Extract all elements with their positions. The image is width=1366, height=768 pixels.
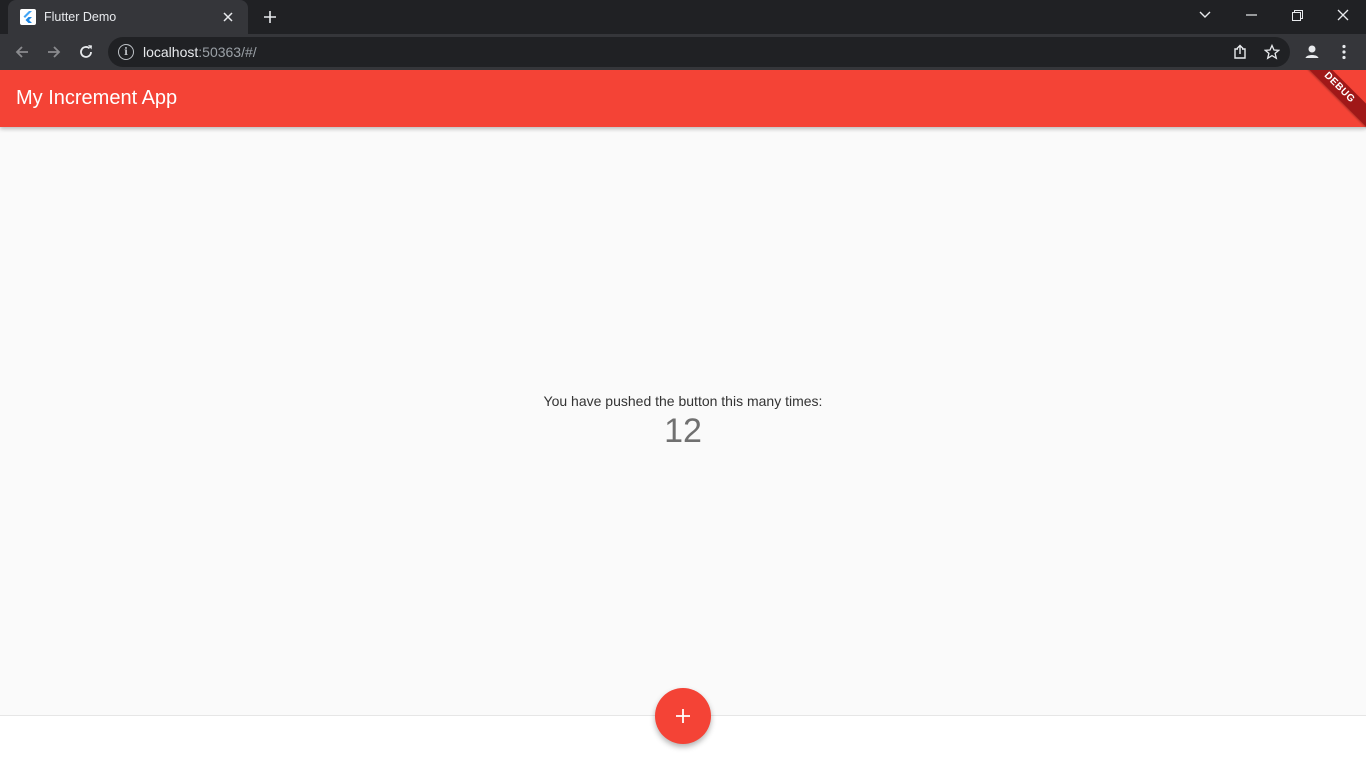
app-bar: My Increment App (0, 70, 1366, 127)
chevron-down-icon (1199, 11, 1211, 18)
flutter-app: My Increment App DEBUG You have pushed t… (0, 70, 1366, 768)
flutter-icon (20, 9, 36, 25)
minimize-icon (1245, 14, 1257, 16)
reload-button[interactable] (70, 36, 102, 68)
star-icon (1264, 44, 1280, 60)
info-icon[interactable]: i (118, 44, 134, 60)
restore-icon (1291, 9, 1303, 21)
tab-close-icon[interactable] (218, 7, 238, 27)
app-title: My Increment App (16, 87, 178, 109)
more-vert-icon (1342, 44, 1346, 60)
minimize-button[interactable] (1228, 0, 1274, 30)
address-bar[interactable]: i localhost:50363/#/ (108, 37, 1290, 67)
close-window-button[interactable] (1320, 0, 1366, 30)
increment-button[interactable] (655, 688, 711, 744)
close-icon (1337, 9, 1349, 21)
url-path: :50363/#/ (198, 44, 257, 60)
url-host: localhost (143, 44, 199, 60)
restore-button[interactable] (1274, 0, 1320, 30)
share-button[interactable] (1224, 36, 1256, 68)
tab-search-button[interactable] (1182, 0, 1228, 30)
bookmark-button[interactable] (1256, 36, 1288, 68)
forward-button[interactable] (38, 36, 70, 68)
counter-caption: You have pushed the button this many tim… (543, 393, 823, 409)
browser-toolbar: i localhost:50363/#/ (0, 34, 1366, 70)
avatar-icon (1305, 45, 1319, 58)
counter-value: 12 (664, 412, 702, 450)
browser-tab[interactable]: Flutter Demo (8, 0, 248, 34)
share-icon (1234, 44, 1246, 59)
reload-icon (80, 45, 92, 58)
counter-section: You have pushed the button this many tim… (0, 392, 1366, 452)
arrow-left-icon (15, 46, 28, 58)
back-button[interactable] (6, 36, 38, 68)
menu-button[interactable] (1328, 36, 1360, 68)
tab-title: Flutter Demo (44, 10, 117, 24)
tab-strip: Flutter Demo (0, 0, 1366, 34)
plus-icon (264, 11, 276, 23)
profile-button[interactable] (1296, 36, 1328, 68)
add-icon (676, 709, 690, 723)
new-tab-button[interactable] (258, 5, 282, 29)
arrow-right-icon (48, 46, 61, 58)
